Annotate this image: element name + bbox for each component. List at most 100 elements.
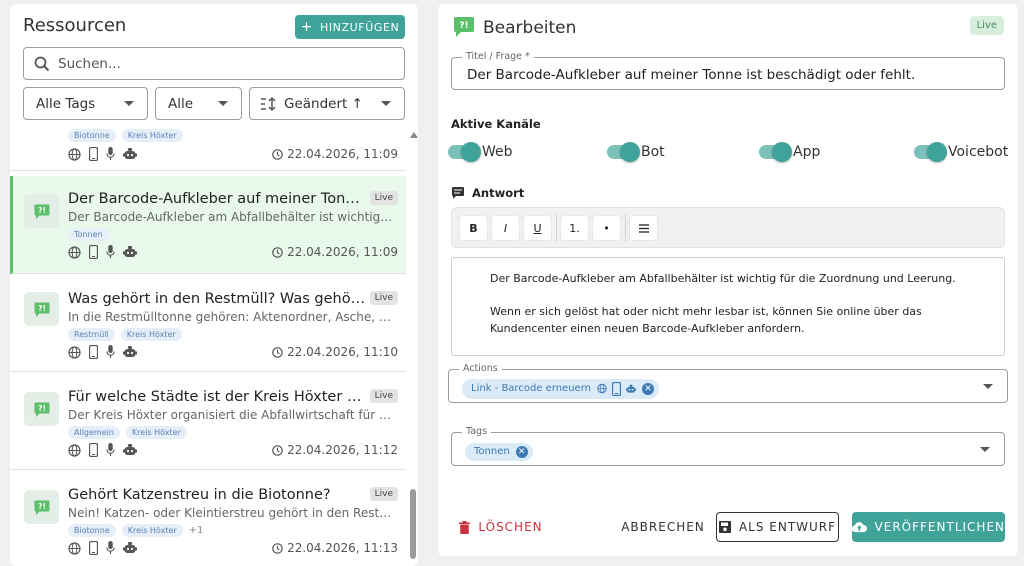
mic-icon <box>106 443 115 457</box>
scroll-up-arrow-icon[interactable] <box>410 132 418 138</box>
underline-button[interactable]: U <box>524 216 551 240</box>
globe-icon <box>68 245 81 259</box>
chevron-down-icon <box>381 101 391 106</box>
clock-icon <box>272 148 283 160</box>
editor-paragraph: Der Barcode-Aufkleber am Abfallbehälter … <box>490 272 956 285</box>
toggle-switch[interactable] <box>448 142 481 162</box>
toggle-bot[interactable]: Bot <box>607 142 665 162</box>
toggle-app[interactable]: App <box>759 142 820 162</box>
globe-icon <box>68 541 81 555</box>
bot-icon <box>123 346 137 358</box>
sort-value: Geändert ↑ <box>284 95 363 112</box>
answer-editor[interactable]: Der Barcode-Aufkleber am Abfallbehälter … <box>451 257 1005 356</box>
bullet-list-button[interactable]: • <box>593 216 620 240</box>
title-field[interactable]: Titel / Frage * Der Barcode-Aufkleber au… <box>451 51 1005 90</box>
item-subtitle: Der Kreis Höxter organisiert die Abfallw… <box>68 408 393 422</box>
delete-button[interactable]: LÖSCHEN <box>456 512 546 542</box>
live-badge: Live <box>369 291 398 305</box>
tag: Tonnen <box>68 228 109 241</box>
title-field-label: Titel / Frage * <box>462 51 534 62</box>
tag: Kreis Höxter <box>121 524 183 537</box>
channel-icons <box>68 147 137 161</box>
tag: Biotonne <box>68 524 116 537</box>
clock-icon <box>272 346 283 358</box>
mic-icon <box>106 147 115 161</box>
clock-icon <box>272 444 283 456</box>
tags-select[interactable]: Tags Tonnen ✕ <box>451 426 1005 466</box>
tag: Kreis Höxter <box>120 328 182 341</box>
list-scrollbar[interactable] <box>410 132 418 562</box>
item-tags: Biotonne Kreis Höxter +1 <box>68 524 203 537</box>
toggle-switch[interactable] <box>759 142 792 162</box>
channel-icons <box>68 345 137 359</box>
live-badge: Live <box>369 191 398 205</box>
date-text: 22.04.2026, 11:12 <box>287 443 398 457</box>
svg-text:?!: ?! <box>38 404 46 413</box>
toggle-switch[interactable] <box>914 142 947 162</box>
action-chip-label: Link - Barcode erneuern <box>471 383 591 394</box>
tags-filter-value: Alle Tags <box>36 95 96 112</box>
toggle-web[interactable]: Web <box>448 142 513 162</box>
align-button[interactable] <box>630 216 657 240</box>
phone-icon <box>89 245 98 259</box>
add-button[interactable]: + HINZUFÜGEN <box>295 15 405 39</box>
resource-list: Biotonne Kreis Höxter 22.04.2026, 11:09 … <box>10 127 406 566</box>
list-item[interactable]: Biotonne Kreis Höxter 22.04.2026, 11:09 <box>10 127 406 171</box>
search-input[interactable] <box>58 55 378 72</box>
title-field-value: Der Barcode-Aufkleber auf meiner Tonne i… <box>467 67 916 83</box>
search-box[interactable] <box>23 47 405 80</box>
actions-select[interactable]: Actions Link - Barcode erneuern ✕ <box>448 363 1008 403</box>
sort-icon <box>261 96 276 111</box>
globe-icon <box>68 147 81 161</box>
plus-icon: + <box>300 19 313 35</box>
svg-text:?!: ?! <box>38 304 46 313</box>
ordered-list-button[interactable]: 1. <box>561 216 588 240</box>
publish-button[interactable]: VERÖFFENTLICHEN <box>852 512 1005 542</box>
item-date: 22.04.2026, 11:09 <box>272 147 398 161</box>
remove-chip-icon[interactable]: ✕ <box>515 445 528 458</box>
channel-icons <box>68 443 137 457</box>
globe-icon <box>68 443 81 457</box>
tags-filter[interactable]: Alle Tags <box>23 87 148 120</box>
answer-label-text: Antwort <box>472 186 525 200</box>
chevron-down-icon <box>124 101 134 106</box>
list-item[interactable]: ?! Was gehört in den Restmüll? Was gehör… <box>10 274 406 372</box>
chevron-down-icon[interactable] <box>983 384 993 389</box>
remove-chip-icon[interactable]: ✕ <box>641 382 654 395</box>
edit-title: Bearbeiten <box>483 18 577 38</box>
channel-icons <box>68 245 137 259</box>
cancel-button[interactable]: ABBRECHEN <box>621 512 705 542</box>
status-filter[interactable]: Alle <box>155 87 242 120</box>
scroll-thumb[interactable] <box>410 489 416 559</box>
bold-button[interactable]: B <box>460 216 487 240</box>
item-tags: Allgemein Kreis Höxter <box>68 426 187 439</box>
align-justify-icon <box>638 223 649 233</box>
italic-button[interactable]: I <box>492 216 519 240</box>
list-item[interactable]: ?! Für welche Städte ist der Kreis Höxte… <box>10 372 406 470</box>
toggle-switch[interactable] <box>607 142 640 162</box>
more-tags-count: +1 <box>188 525 204 536</box>
toggle-voicebot[interactable]: Voicebot <box>914 142 1008 162</box>
tag-chip-label: Tonnen <box>474 446 510 457</box>
live-badge: Live <box>369 487 398 501</box>
actions-label: Actions <box>459 363 502 374</box>
tag-chip[interactable]: Tonnen ✕ <box>465 439 533 461</box>
sort-select[interactable]: Geändert ↑ <box>249 87 405 120</box>
svg-text:?!: ?! <box>459 21 468 31</box>
date-text: 22.04.2026, 11:10 <box>287 345 398 359</box>
phone-icon <box>89 541 98 555</box>
bot-icon <box>123 246 137 258</box>
list-item-selected[interactable]: ?! Der Barcode-Aufkleber auf meiner Tonn… <box>10 176 406 274</box>
item-title: Gehört Katzenstreu in die Biotonne? <box>68 487 331 503</box>
item-date: 22.04.2026, 11:12 <box>272 443 398 457</box>
date-text: 22.04.2026, 11:09 <box>287 245 398 259</box>
list-item[interactable]: ?! Gehört Katzenstreu in die Biotonne? L… <box>10 470 406 566</box>
item-subtitle: Nein! Katzen- oder Kleintierstreu gehört… <box>68 506 393 520</box>
action-chip[interactable]: Link - Barcode erneuern ✕ <box>462 376 659 399</box>
mic-icon <box>106 245 115 259</box>
publish-label: VERÖFFENTLICHEN <box>874 520 1005 534</box>
save-draft-button[interactable]: ALS ENTWURF <box>716 512 839 542</box>
chevron-down-icon[interactable] <box>980 447 990 452</box>
question-answer-icon: ?! <box>24 392 59 426</box>
item-title: Was gehört in den Restmüll? Was gehört z… <box>68 291 368 307</box>
